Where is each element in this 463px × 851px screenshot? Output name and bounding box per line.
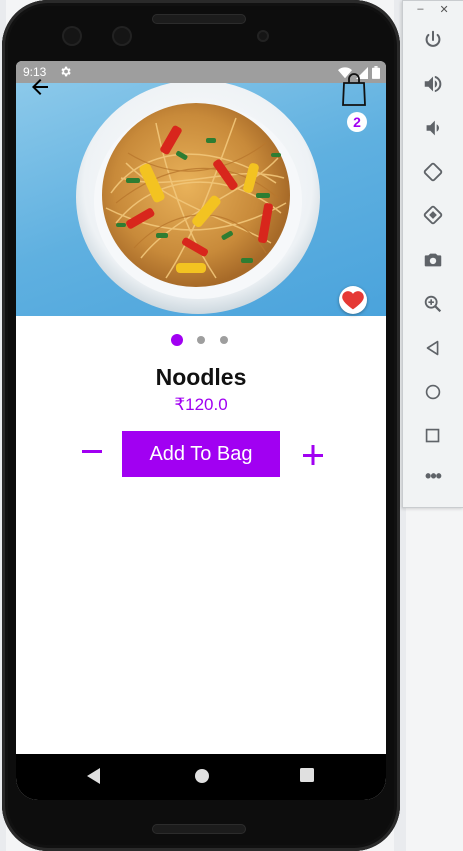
image-carousel-indicator [16,334,386,348]
emulator-back-button[interactable] [422,337,444,359]
bag-count-badge: 2 [347,112,367,132]
emulator-rotate-left-button[interactable] [422,161,444,183]
overview-square-icon [425,428,440,443]
emulator-volume-up-button[interactable] [422,73,444,95]
bottom-speaker-grille [152,824,246,834]
camera-icon [424,253,442,267]
zoom-in-icon [424,295,442,313]
back-triangle-icon [87,768,100,784]
app-screen: 9:13 2 Noodles ₹120.0 Add To Bag [16,61,386,800]
emulator-power-button[interactable] [422,29,444,51]
noodles-plate-illustration [76,83,320,314]
battery-icon [372,66,380,79]
proximity-sensor [257,30,269,42]
nav-home-button[interactable] [194,768,210,789]
carousel-dot-active[interactable] [171,334,183,346]
carousel-dot[interactable] [220,336,228,344]
overview-square-icon [300,768,314,782]
back-triangle-icon [426,340,439,356]
increase-quantity-button[interactable] [300,443,326,469]
phone-device-frame: 9:13 2 Noodles ₹120.0 Add To Bag [2,0,400,851]
top-speaker-grille [152,14,246,24]
volume-up-icon [424,75,442,93]
minus-icon [82,450,102,453]
rotate-right-icon [423,205,443,225]
volume-down-icon [426,120,439,136]
emulator-rotate-right-button[interactable] [422,204,444,226]
android-navigation-bar [16,754,386,800]
front-camera-lens [112,26,132,46]
add-to-bag-button[interactable]: Add To Bag [122,431,280,477]
emulator-zoom-button[interactable] [422,293,444,315]
shopping-bag-icon [342,73,366,106]
minimize-button[interactable]: – [417,3,423,15]
emulator-control-panel: – ✕ ••• [402,0,463,508]
decrease-quantity-button[interactable] [80,438,106,464]
more-icon[interactable]: ••• [422,467,444,487]
plus-icon [303,445,323,465]
emulator-home-button[interactable] [422,381,444,403]
settings-gear-icon [59,65,72,81]
product-image [16,83,386,316]
product-price: ₹120.0 [174,395,228,414]
home-circle-icon [195,769,209,783]
status-bar: 9:13 [16,61,386,83]
favorite-button[interactable] [339,286,367,314]
emulator-overview-button[interactable] [422,425,444,447]
back-arrow-icon [32,79,48,95]
close-button[interactable]: ✕ [439,3,448,16]
heart-icon [342,291,364,310]
power-icon [425,30,441,47]
nav-overview-button[interactable] [300,768,314,787]
nav-back-button[interactable] [87,768,101,789]
emulator-volume-down-button[interactable] [422,117,444,139]
carousel-dot[interactable] [197,336,205,344]
product-title: Noodles [155,364,247,390]
shopping-bag-button[interactable] [338,71,370,109]
home-circle-icon [425,384,441,400]
rotate-left-icon [423,162,443,182]
emulator-window-controls: – ✕ [403,1,463,17]
front-camera-lens [62,26,82,46]
emulator-screenshot-button[interactable] [422,249,444,271]
back-button[interactable] [28,75,52,99]
